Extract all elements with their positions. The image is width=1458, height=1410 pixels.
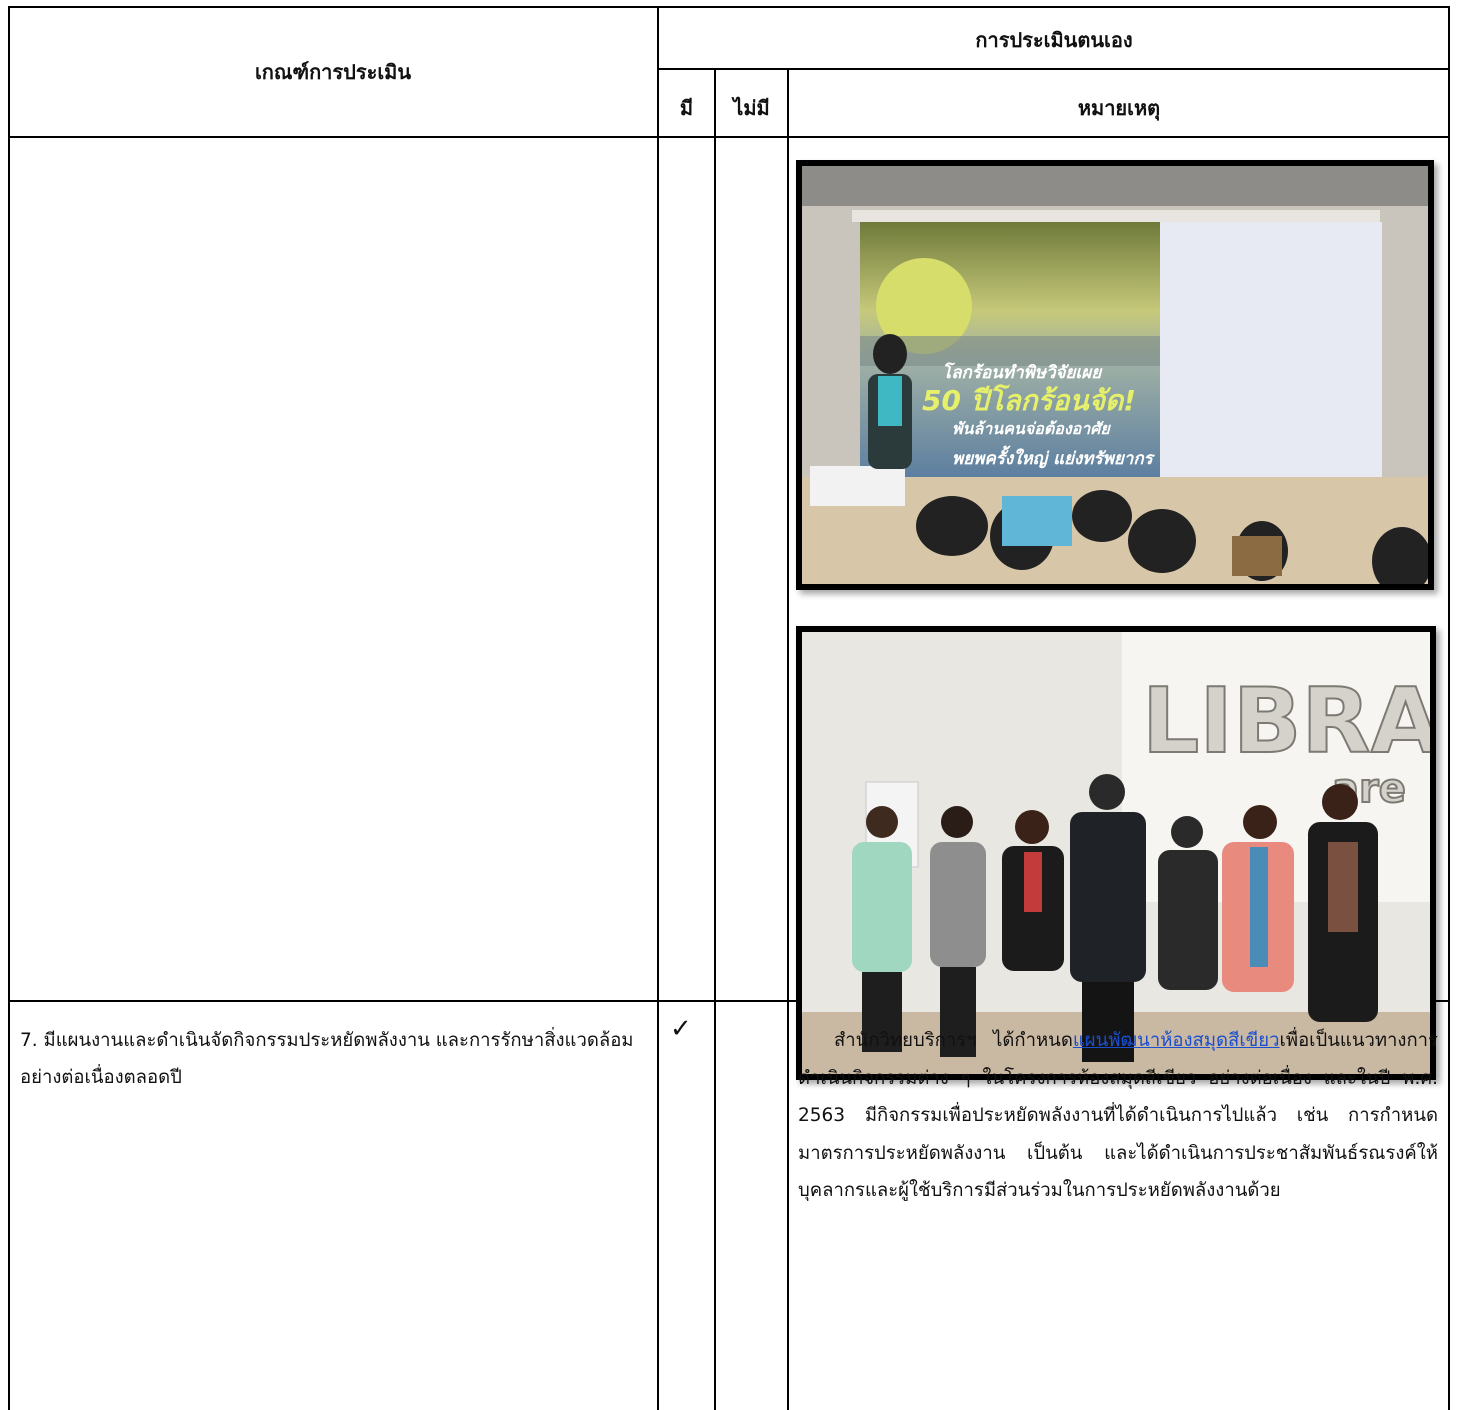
col-divider-2 [714,68,716,1410]
green-library-plan-link[interactable]: แผนพัฒนาห้องสมุดสีเขียว [1073,1030,1280,1051]
svg-text:พันล้านคนจ่อต้องอาศัย: พันล้านคนจ่อต้องอาศัย [952,419,1111,438]
svg-text:50 ปีโลกร้อนจัด!: 50 ปีโลกร้อนจัด! [922,383,1136,417]
svg-text:พยพครั้งใหญ่ แย่งทรัพยากร: พยพครั้งใหญ่ แย่งทรัพยากร [952,445,1156,469]
header-divider [658,68,1450,70]
criteria-header: เกณฑ์การประเมิน [254,60,412,84]
remarks-7-prefix: สำนักวิทยบริการฯ ได้กำหนด [834,1030,1073,1051]
col-divider-1 [657,6,659,1410]
col-divider-3 [787,68,789,1410]
remarks-7-text: สำนักวิทยบริการฯ ได้กำหนดแผนพัฒนาห้องสมุ… [798,1022,1438,1210]
yes-check-mark: ✓ [670,1014,692,1044]
group-photo: LIBRA are [796,626,1436,1080]
svg-text:LIBRA: LIBRA [1142,669,1430,774]
self-assessment-header: การประเมินตนเอง [975,28,1133,52]
remarks-header: หมายเหตุ [1077,96,1161,120]
header-bottom-line [8,136,1450,138]
yes-header: มี [679,96,694,120]
criteria-7-text: 7. มีแผนงานและดำเนินจัดกิจกรรมประหยัดพลั… [20,1030,634,1088]
svg-text:โลกร้อนทำพิษวิจัยเผย: โลกร้อนทำพิษวิจัยเผย [942,362,1103,383]
presentation-photo: โลกร้อนทำพิษวิจัยเผย 50 ปีโลกร้อนจัด! พั… [796,160,1434,590]
no-header: ไม่มี [733,96,770,120]
remarks-7-suffix: เพื่อเป็นแนวทางการดำเนินกิจกรรมต่าง ๆ ใน… [798,1030,1438,1201]
